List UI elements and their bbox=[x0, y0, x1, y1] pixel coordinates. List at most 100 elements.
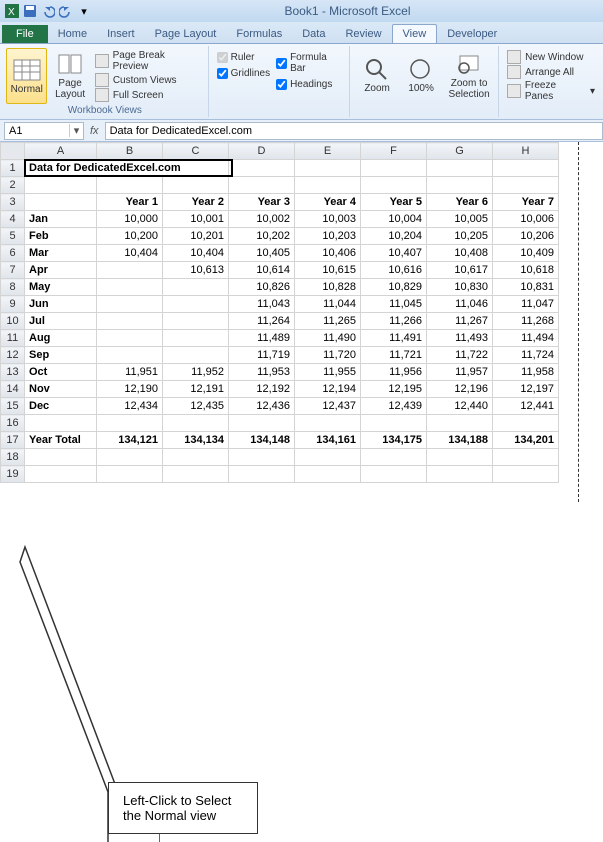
cell[interactable]: 10,404 bbox=[97, 245, 163, 262]
cell[interactable]: 11,957 bbox=[427, 364, 493, 381]
cell[interactable]: 134,201 bbox=[493, 432, 559, 449]
cell[interactable]: 11,266 bbox=[361, 313, 427, 330]
row-header[interactable]: 14 bbox=[1, 381, 25, 398]
cell[interactable]: 11,046 bbox=[427, 296, 493, 313]
cell[interactable]: 10,408 bbox=[427, 245, 493, 262]
cell[interactable] bbox=[427, 177, 493, 194]
cell[interactable]: 11,044 bbox=[295, 296, 361, 313]
select-all-corner[interactable] bbox=[1, 143, 25, 160]
cell[interactable]: Data for DedicatedExcel.com bbox=[25, 160, 229, 177]
cell[interactable] bbox=[97, 177, 163, 194]
cell[interactable]: 10,404 bbox=[163, 245, 229, 262]
cell[interactable] bbox=[163, 330, 229, 347]
row-header[interactable]: 10 bbox=[1, 313, 25, 330]
cell[interactable]: Jan bbox=[25, 211, 97, 228]
cell[interactable]: Mar bbox=[25, 245, 97, 262]
cell[interactable] bbox=[427, 449, 493, 466]
cell[interactable]: 12,192 bbox=[229, 381, 295, 398]
cell[interactable]: 12,190 bbox=[97, 381, 163, 398]
tab-formulas[interactable]: Formulas bbox=[226, 25, 292, 43]
full-screen-button[interactable]: Full Screen bbox=[95, 88, 202, 102]
cell[interactable]: 134,121 bbox=[97, 432, 163, 449]
cell[interactable] bbox=[361, 177, 427, 194]
cell[interactable]: 12,191 bbox=[163, 381, 229, 398]
cell[interactable]: 10,831 bbox=[493, 279, 559, 296]
cell[interactable]: 11,724 bbox=[493, 347, 559, 364]
col-header[interactable]: A bbox=[25, 143, 97, 160]
cell[interactable]: Jun bbox=[25, 296, 97, 313]
cell[interactable]: Year 5 bbox=[361, 194, 427, 211]
tab-developer[interactable]: Developer bbox=[437, 25, 507, 43]
col-header[interactable]: B bbox=[97, 143, 163, 160]
row-header[interactable]: 15 bbox=[1, 398, 25, 415]
cell[interactable]: 10,407 bbox=[361, 245, 427, 262]
cell[interactable]: 10,617 bbox=[427, 262, 493, 279]
cell[interactable]: Nov bbox=[25, 381, 97, 398]
cell[interactable]: 11,720 bbox=[295, 347, 361, 364]
cell[interactable] bbox=[229, 415, 295, 432]
cell[interactable] bbox=[493, 160, 559, 177]
cell[interactable]: 11,493 bbox=[427, 330, 493, 347]
cell[interactable]: 12,440 bbox=[427, 398, 493, 415]
tab-data[interactable]: Data bbox=[292, 25, 335, 43]
row-header[interactable]: 16 bbox=[1, 415, 25, 432]
cell[interactable]: 10,205 bbox=[427, 228, 493, 245]
cell[interactable] bbox=[493, 466, 559, 483]
cell[interactable] bbox=[493, 449, 559, 466]
cell[interactable] bbox=[97, 449, 163, 466]
cell[interactable]: 11,045 bbox=[361, 296, 427, 313]
freeze-panes-button[interactable]: Freeze Panes ▾ bbox=[507, 80, 595, 102]
cell[interactable]: Year Total bbox=[25, 432, 97, 449]
cell[interactable]: 10,613 bbox=[163, 262, 229, 279]
cell[interactable] bbox=[97, 279, 163, 296]
ruler-checkbox[interactable]: Ruler bbox=[217, 52, 270, 63]
cell[interactable]: 12,194 bbox=[295, 381, 361, 398]
excel-icon[interactable]: X bbox=[4, 3, 20, 19]
cell[interactable]: 11,267 bbox=[427, 313, 493, 330]
cell[interactable] bbox=[361, 160, 427, 177]
cell[interactable] bbox=[163, 296, 229, 313]
cell[interactable]: 10,201 bbox=[163, 228, 229, 245]
cell[interactable]: 10,004 bbox=[361, 211, 427, 228]
cell[interactable] bbox=[163, 279, 229, 296]
page-layout-button[interactable]: Page Layout bbox=[49, 48, 90, 104]
cell[interactable]: 11,958 bbox=[493, 364, 559, 381]
row-header[interactable]: 18 bbox=[1, 449, 25, 466]
cell[interactable] bbox=[25, 466, 97, 483]
row-header[interactable]: 11 bbox=[1, 330, 25, 347]
cell[interactable]: Dec bbox=[25, 398, 97, 415]
row-header[interactable]: 2 bbox=[1, 177, 25, 194]
arrange-all-button[interactable]: Arrange All bbox=[507, 65, 595, 79]
cell[interactable]: 10,614 bbox=[229, 262, 295, 279]
cell[interactable] bbox=[163, 177, 229, 194]
cell[interactable] bbox=[25, 177, 97, 194]
save-icon[interactable] bbox=[22, 3, 38, 19]
cell[interactable]: 11,268 bbox=[493, 313, 559, 330]
row-header[interactable]: 6 bbox=[1, 245, 25, 262]
cell[interactable] bbox=[97, 415, 163, 432]
cell[interactable]: 10,006 bbox=[493, 211, 559, 228]
row-header[interactable]: 17 bbox=[1, 432, 25, 449]
cell[interactable]: 11,043 bbox=[229, 296, 295, 313]
cell[interactable]: 11,489 bbox=[229, 330, 295, 347]
cell[interactable] bbox=[229, 177, 295, 194]
cell[interactable]: 11,952 bbox=[163, 364, 229, 381]
cell[interactable]: 10,202 bbox=[229, 228, 295, 245]
cell[interactable] bbox=[163, 415, 229, 432]
cell[interactable]: 12,196 bbox=[427, 381, 493, 398]
cell[interactable]: 11,721 bbox=[361, 347, 427, 364]
cell[interactable]: Jul bbox=[25, 313, 97, 330]
cell[interactable] bbox=[295, 449, 361, 466]
tab-page-layout[interactable]: Page Layout bbox=[145, 25, 227, 43]
cell[interactable]: 10,829 bbox=[361, 279, 427, 296]
cell[interactable]: 11,494 bbox=[493, 330, 559, 347]
cell[interactable]: 10,615 bbox=[295, 262, 361, 279]
cell[interactable] bbox=[97, 262, 163, 279]
cell[interactable]: 12,436 bbox=[229, 398, 295, 415]
cell[interactable]: 11,722 bbox=[427, 347, 493, 364]
undo-icon[interactable] bbox=[40, 3, 56, 19]
cell[interactable] bbox=[229, 466, 295, 483]
cell[interactable]: Oct bbox=[25, 364, 97, 381]
cell[interactable]: 10,405 bbox=[229, 245, 295, 262]
cell[interactable]: 11,951 bbox=[97, 364, 163, 381]
